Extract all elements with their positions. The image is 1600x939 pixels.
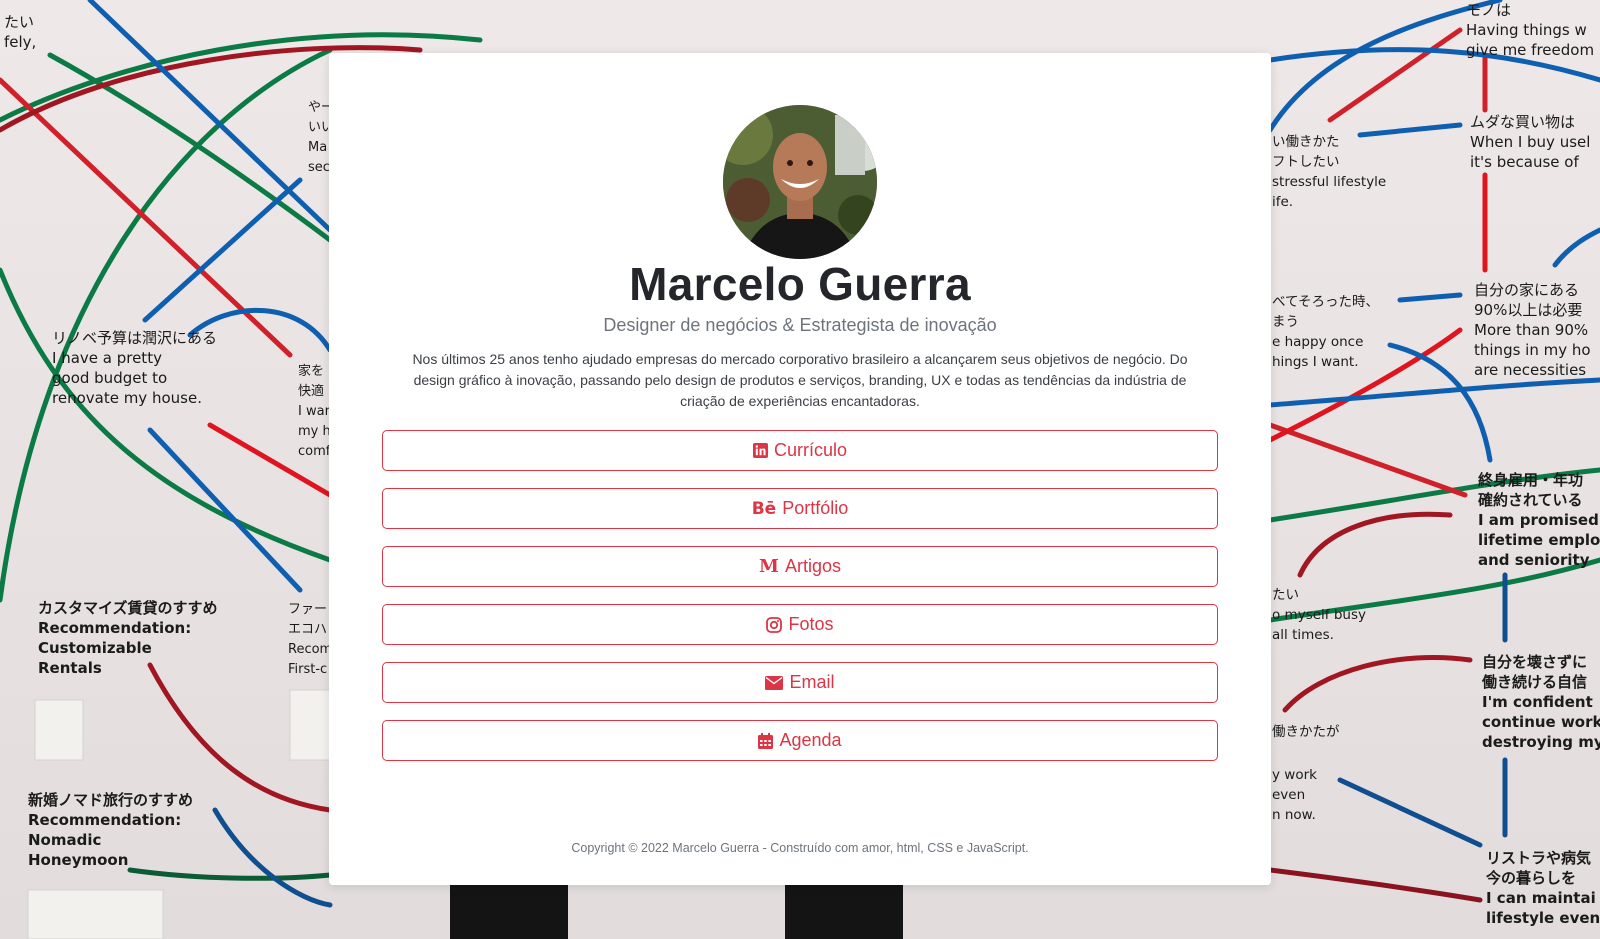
- wall-text: たい fely,: [4, 13, 37, 51]
- fotos-label: Fotos: [788, 614, 834, 634]
- wall-text: y work even n now.: [1272, 767, 1317, 823]
- avatar-photo: [723, 105, 877, 259]
- envelope-icon: [765, 674, 784, 692]
- artigos-label: Artigos: [784, 556, 841, 576]
- wall-text: カスタマイズ賃貸のすすめ Recommendation: Customizabl…: [38, 599, 218, 677]
- curriculo-label: Currículo: [773, 440, 848, 460]
- artigos-button[interactable]: M Artigos: [382, 546, 1218, 587]
- wall-text: 働きかたが: [1272, 724, 1340, 740]
- wall-text: たい o myself busy all times.: [1272, 587, 1366, 643]
- agenda-button[interactable]: Agenda: [382, 720, 1218, 761]
- profile-subtitle: Designer de negócios & Estrategista de i…: [603, 315, 997, 335]
- wall-text: い働きかた フトしたい stressful lifestyle ife.: [1272, 134, 1387, 210]
- profile-card: Marcelo Guerra Designer de negócios & Es…: [329, 53, 1271, 885]
- linkedin-icon: [752, 442, 768, 460]
- profile-bio: Nos últimos 25 anos tenho ajudado empres…: [412, 351, 1188, 409]
- wall-text: 終身雇用・年功 確約されている I am promised lifetime e…: [1478, 471, 1600, 569]
- footer-copyright: Copyright © 2022 Marcelo Guerra - Constr…: [571, 841, 1029, 855]
- fotos-button[interactable]: Fotos: [382, 604, 1218, 645]
- wall-text: リノベ予算は潤沢にある I have a pretty good budget …: [52, 329, 218, 407]
- agenda-label: Agenda: [779, 730, 842, 750]
- portfolio-button[interactable]: Bē Portfólio: [382, 488, 1218, 529]
- portfolio-label: Portfólio: [782, 498, 849, 518]
- wall-text: モノは Having things w give me freedom: [1466, 1, 1595, 59]
- curriculo-button[interactable]: Currículo: [382, 430, 1218, 471]
- wall-text: リストラや病気 今の暮らしを I can maintai lifestyle e…: [1486, 849, 1600, 927]
- medium-icon: M: [759, 556, 779, 577]
- behance-icon: Bē: [751, 498, 777, 519]
- wall-text: ムダな買い物は When I buy usel it's because of: [1470, 113, 1591, 171]
- email-button[interactable]: Email: [382, 662, 1218, 703]
- wall-text: べてそろった時、 まう e happy once hings I want.: [1272, 294, 1380, 370]
- calendar-icon: [758, 732, 774, 750]
- wall-text: 自分の家にある 90%以上は必要 More than 90% things in…: [1474, 281, 1591, 379]
- avatar: [723, 105, 877, 259]
- instagram-icon: [766, 616, 783, 634]
- wall-text: 家を 快適 I war my h comf: [298, 364, 331, 459]
- wall-text: ファー エコハ Recom First-c: [288, 602, 333, 677]
- profile-name: Marcelo Guerra: [629, 258, 971, 310]
- wall-text: 自分を壊さずに 働き続ける自信 I'm confident continue w…: [1482, 653, 1600, 751]
- wall-text: 新婚ノマド旅行のすすめ Recommendation: Nomadic Hone…: [28, 791, 194, 869]
- email-label: Email: [789, 672, 835, 692]
